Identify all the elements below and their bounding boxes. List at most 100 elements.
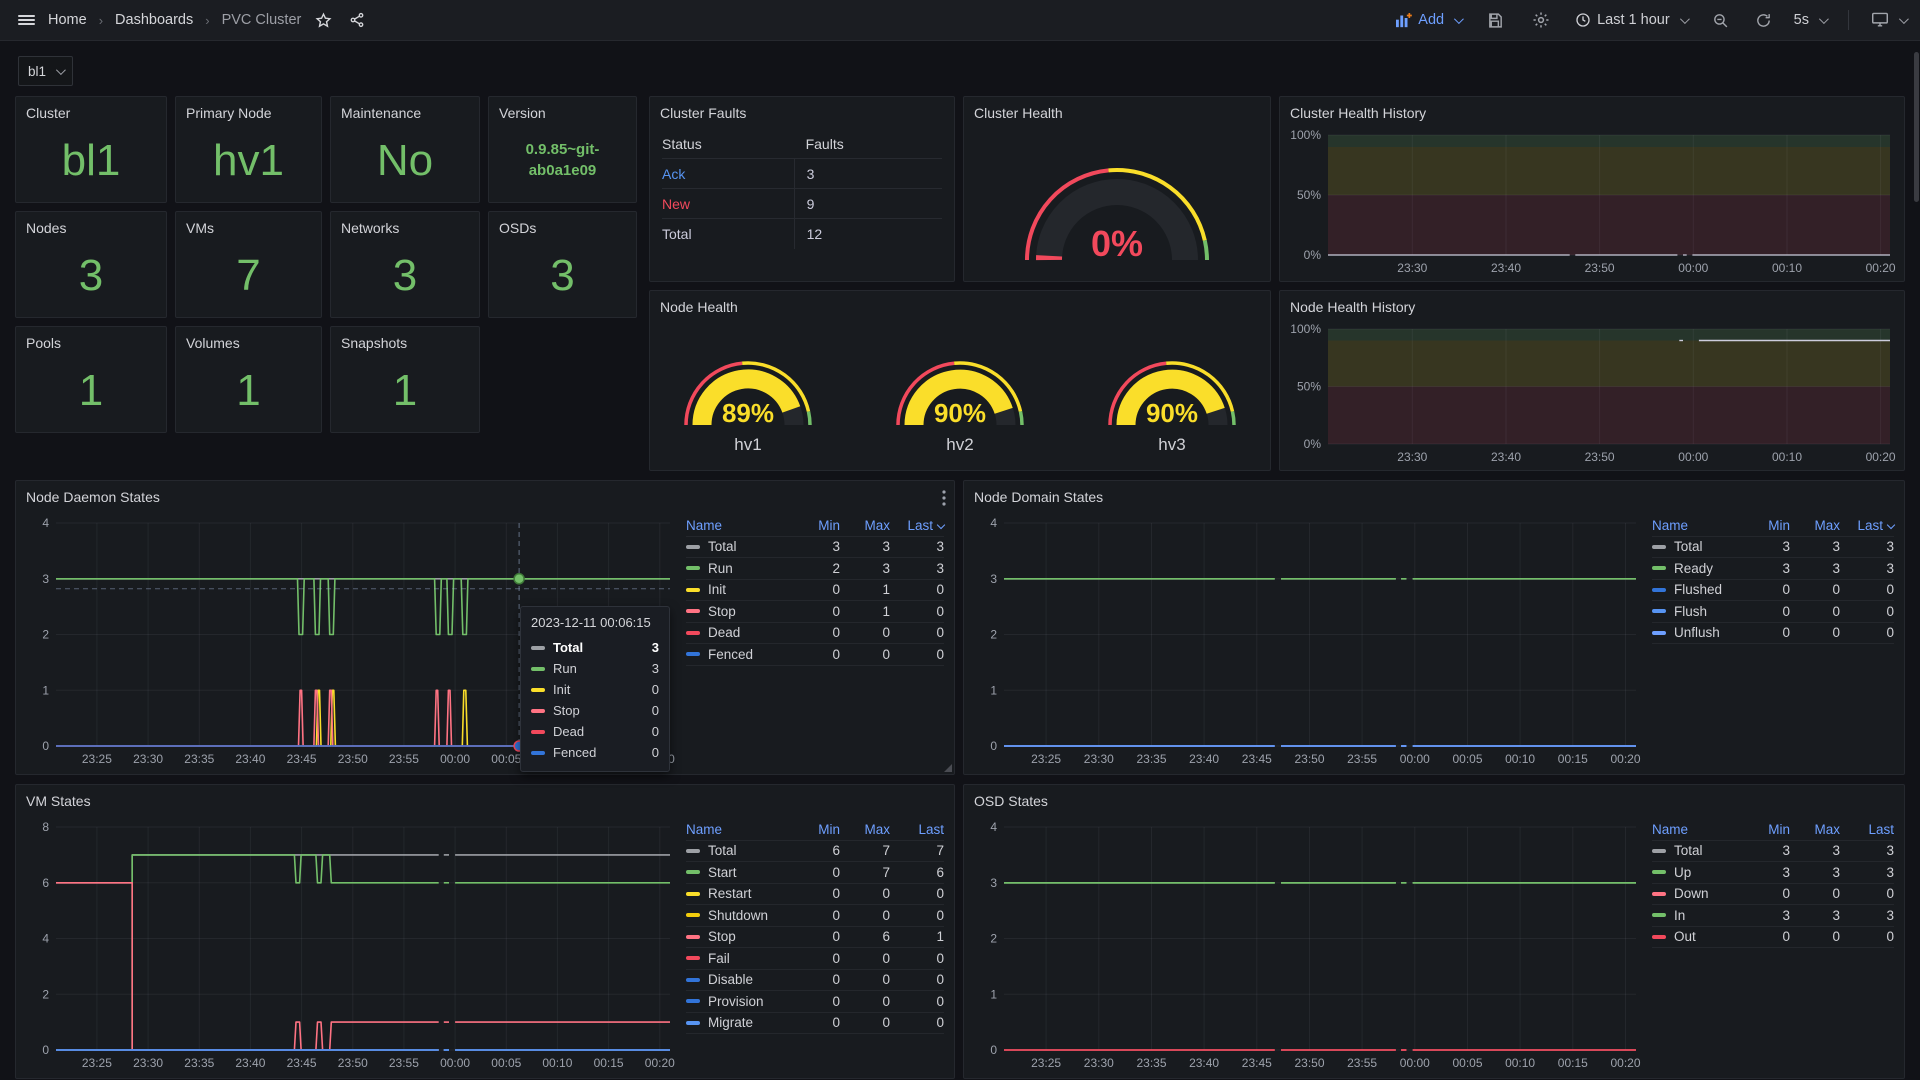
page-scrollbar[interactable] (1914, 52, 1919, 202)
panel-menu-icon[interactable] (942, 490, 946, 511)
svg-text:3: 3 (990, 572, 997, 586)
breadcrumb-home[interactable]: Home (48, 12, 87, 28)
legend-item-provision[interactable]: Provision000 (686, 991, 944, 1013)
legend-item-run[interactable]: Run233 (686, 558, 944, 580)
panel-title[interactable]: Volumes (176, 327, 321, 355)
panel-title[interactable]: Snapshots (331, 327, 479, 355)
svg-text:00:00: 00:00 (1400, 1056, 1430, 1070)
panel-title[interactable]: Cluster Faults (650, 97, 954, 125)
tooltip-row: Run3 (531, 658, 659, 679)
panel-title[interactable]: Networks (331, 212, 479, 240)
legend-item-migrate[interactable]: Migrate000 (686, 1013, 944, 1035)
legend-item-total[interactable]: Total333 (1652, 841, 1894, 863)
svg-text:23:30: 23:30 (1397, 261, 1427, 275)
star-icon[interactable] (311, 8, 335, 32)
panel-title[interactable]: Cluster (16, 97, 166, 125)
legend-item-out[interactable]: Out000 (1652, 927, 1894, 949)
panel-title[interactable]: Nodes (16, 212, 166, 240)
fault-row-ack: Ack3 (662, 159, 942, 189)
svg-text:23:35: 23:35 (184, 752, 214, 766)
panel-resize-handle[interactable] (944, 764, 952, 772)
node-domain-states-chart[interactable]: 23:2523:3023:3523:4023:4523:5023:5500:00… (972, 513, 1642, 770)
vm-states-chart[interactable]: 23:2523:3023:3523:4023:4523:5023:5500:00… (24, 817, 676, 1074)
node-daemon-states-legend: NameMinMaxLastTotal333Run233Init010Stop0… (676, 513, 948, 770)
add-panel-icon (1395, 13, 1412, 28)
svg-text:23:50: 23:50 (1294, 752, 1324, 766)
panel-title[interactable]: Maintenance (331, 97, 479, 125)
legend-item-ready[interactable]: Ready333 (1652, 558, 1894, 580)
panel-title[interactable]: VMs (176, 212, 321, 240)
svg-text:00:15: 00:15 (594, 1056, 624, 1070)
refresh-button[interactable] (1755, 12, 1772, 29)
panel-title[interactable]: Cluster Health (964, 97, 1270, 125)
panel-title[interactable]: OSDs (489, 212, 636, 240)
legend-item-restart[interactable]: Restart000 (686, 884, 944, 906)
menu-icon[interactable] (14, 8, 38, 32)
panel-title[interactable]: Node Health History (1280, 291, 1904, 319)
breadcrumb-separator: › (203, 13, 211, 28)
time-range-picker[interactable]: Last 1 hour (1575, 12, 1687, 28)
zoom-out-icon[interactable] (1709, 8, 1733, 32)
kiosk-mode-button[interactable] (1871, 12, 1906, 28)
share-icon[interactable] (345, 8, 369, 32)
add-button[interactable]: Add (1395, 12, 1461, 28)
legend-item-total[interactable]: Total677 (686, 841, 944, 863)
legend-header[interactable]: NameMinMaxLast (1652, 515, 1894, 537)
node-health-history-chart[interactable]: 23:3023:4023:5000:0000:1000:200%50%100% (1288, 319, 1896, 468)
dashboard-page: Home › Dashboards › PVC Cluster Add (0, 0, 1920, 1080)
panel-title[interactable]: Primary Node (176, 97, 321, 125)
legend-item-total[interactable]: Total333 (1652, 537, 1894, 559)
panel-title[interactable]: VM States (16, 785, 954, 813)
legend-item-fail[interactable]: Fail000 (686, 948, 944, 970)
legend-header[interactable]: NameMinMaxLast (1652, 819, 1894, 841)
svg-text:23:30: 23:30 (1084, 752, 1114, 766)
legend-item-total[interactable]: Total333 (686, 537, 944, 559)
stat-panel-maintenance: Maintenance No (330, 96, 480, 203)
svg-text:8: 8 (42, 820, 49, 834)
svg-text:23:25: 23:25 (1031, 752, 1061, 766)
legend-item-flush[interactable]: Flush000 (1652, 601, 1894, 623)
cluster-health-history-panel: Cluster Health History 23:3023:4023:5000… (1279, 96, 1905, 282)
legend-item-disable[interactable]: Disable000 (686, 970, 944, 992)
panel-title[interactable]: Version (489, 97, 636, 125)
breadcrumb-dashboards[interactable]: Dashboards (115, 12, 193, 28)
legend-item-shutdown[interactable]: Shutdown000 (686, 905, 944, 927)
legend-header[interactable]: NameMinMaxLast (686, 515, 944, 537)
legend-item-fenced[interactable]: Fenced000 (686, 644, 944, 666)
svg-text:23:50: 23:50 (1294, 1056, 1324, 1070)
panel-title[interactable]: Node Daemon States (16, 481, 954, 509)
legend-item-unflush[interactable]: Unflush000 (1652, 623, 1894, 645)
panel-title[interactable]: Node Health (650, 291, 1270, 319)
svg-text:23:40: 23:40 (1189, 1056, 1219, 1070)
legend-item-init[interactable]: Init010 (686, 580, 944, 602)
svg-text:100%: 100% (1290, 322, 1321, 336)
svg-text:00:20: 00:20 (1610, 1056, 1640, 1070)
tooltip-row: Fenced0 (531, 742, 659, 763)
legend-item-down[interactable]: Down000 (1652, 884, 1894, 906)
refresh-interval-picker[interactable]: 5s (1794, 12, 1826, 28)
osd-states-chart[interactable]: 23:2523:3023:3523:4023:4523:5023:5500:00… (972, 817, 1642, 1074)
save-dashboard-icon[interactable] (1483, 8, 1507, 32)
legend-header[interactable]: NameMinMaxLast (686, 819, 944, 841)
stat-panel-vms: VMs 7 (175, 211, 322, 318)
panel-title[interactable]: Pools (16, 327, 166, 355)
tooltip-row: Dead0 (531, 721, 659, 742)
svg-text:23:50: 23:50 (338, 752, 368, 766)
svg-text:23:45: 23:45 (287, 1056, 317, 1070)
legend-item-stop[interactable]: Stop061 (686, 927, 944, 949)
variable-dropdown-cluster[interactable]: bl1 (18, 56, 73, 86)
dashboard-settings-icon[interactable] (1529, 8, 1553, 32)
legend-item-start[interactable]: Start076 (686, 862, 944, 884)
legend-item-in[interactable]: In333 (1652, 905, 1894, 927)
svg-text:00:20: 00:20 (1610, 752, 1640, 766)
svg-text:1: 1 (42, 683, 49, 697)
legend-item-dead[interactable]: Dead000 (686, 623, 944, 645)
panel-title[interactable]: Node Domain States (964, 481, 1904, 509)
legend-item-stop[interactable]: Stop010 (686, 601, 944, 623)
legend-item-up[interactable]: Up333 (1652, 862, 1894, 884)
svg-text:23:45: 23:45 (1242, 1056, 1272, 1070)
legend-item-flushed[interactable]: Flushed000 (1652, 580, 1894, 602)
panel-title[interactable]: Cluster Health History (1280, 97, 1904, 125)
panel-title[interactable]: OSD States (964, 785, 1904, 813)
cluster-health-history-chart[interactable]: 23:3023:4023:5000:0000:1000:200%50%100% (1288, 125, 1896, 279)
